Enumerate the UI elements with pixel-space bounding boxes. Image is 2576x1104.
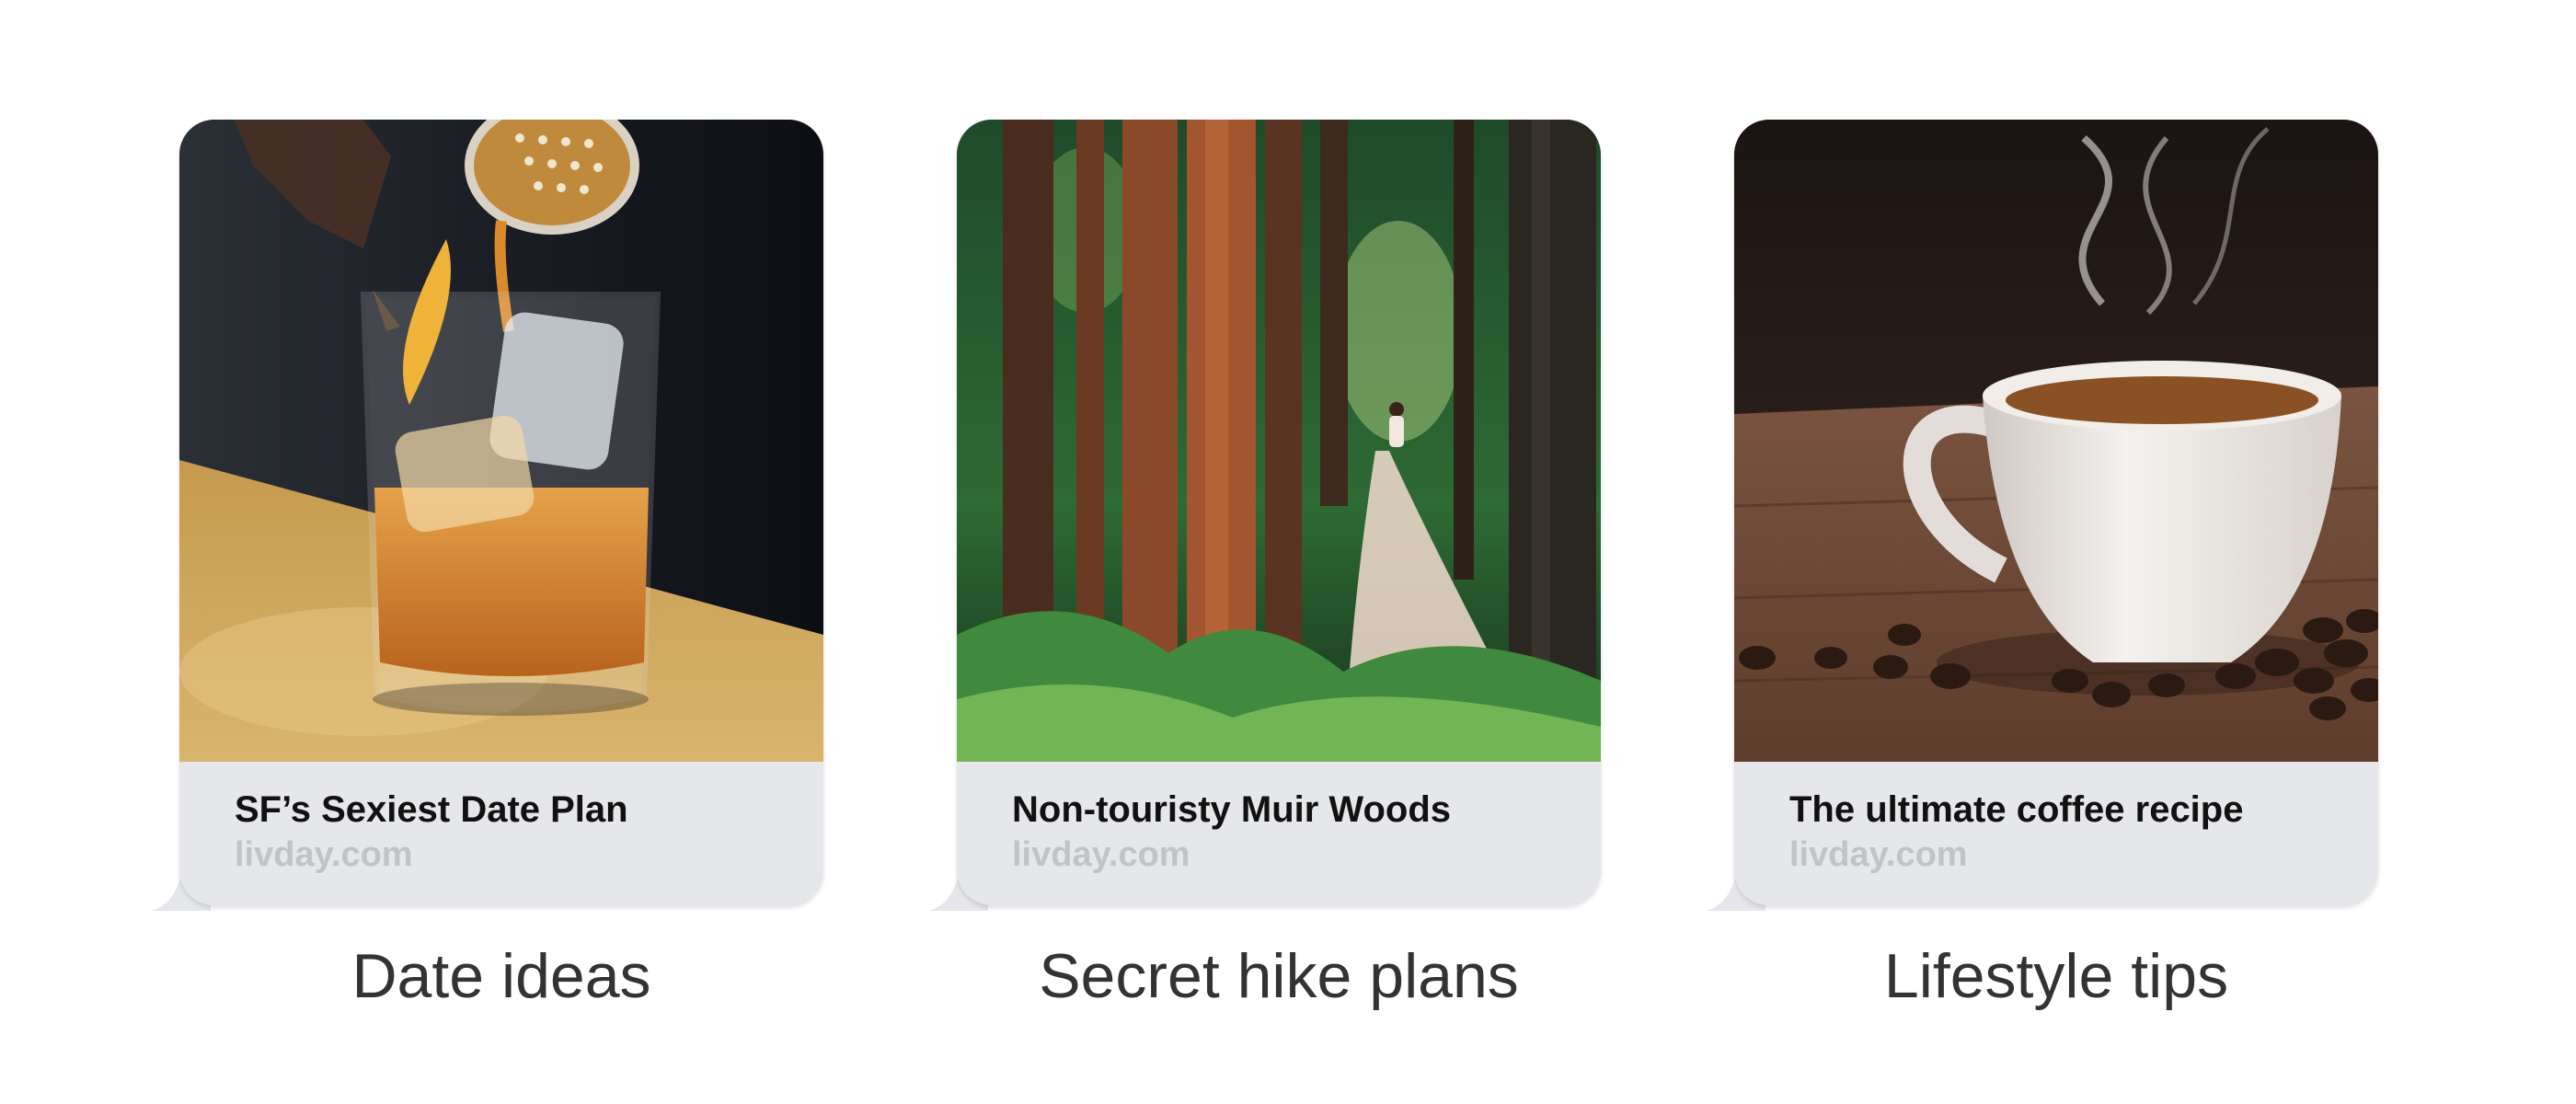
link-title: The ultimate coffee recipe <box>1789 789 2244 830</box>
whiskey-cocktail-photo[interactable] <box>179 120 823 762</box>
card-caption-lifestyle: Lifestyle tips <box>1883 941 2229 1011</box>
link-preview-meta: The ultimate coffee recipe livday.com <box>1734 762 2378 905</box>
link-domain: livday.com <box>235 835 413 874</box>
link-domain: livday.com <box>1789 835 1968 874</box>
link-domain: livday.com <box>1012 835 1190 874</box>
link-title: Non-touristy Muir Woods <box>1012 789 1451 830</box>
link-preview-card-coffee[interactable]: The ultimate coffee recipe livday.com <box>1707 120 2378 911</box>
card-caption-date: Date ideas <box>351 941 651 1011</box>
link-preview-card-hike[interactable]: Non-touristy Muir Woods livday.com <box>929 120 1601 911</box>
link-preview-meta: SF’s Sexiest Date Plan livday.com <box>179 762 823 905</box>
redwood-forest-trail-photo[interactable] <box>957 120 1601 762</box>
link-preview-meta: Non-touristy Muir Woods livday.com <box>957 762 1601 905</box>
steaming-coffee-cup-photo[interactable] <box>1734 120 2378 762</box>
link-preview-card-date[interactable]: SF’s Sexiest Date Plan livday.com <box>152 120 823 911</box>
link-title: SF’s Sexiest Date Plan <box>235 789 628 830</box>
card-caption-hike: Secret hike plans <box>1039 941 1519 1011</box>
